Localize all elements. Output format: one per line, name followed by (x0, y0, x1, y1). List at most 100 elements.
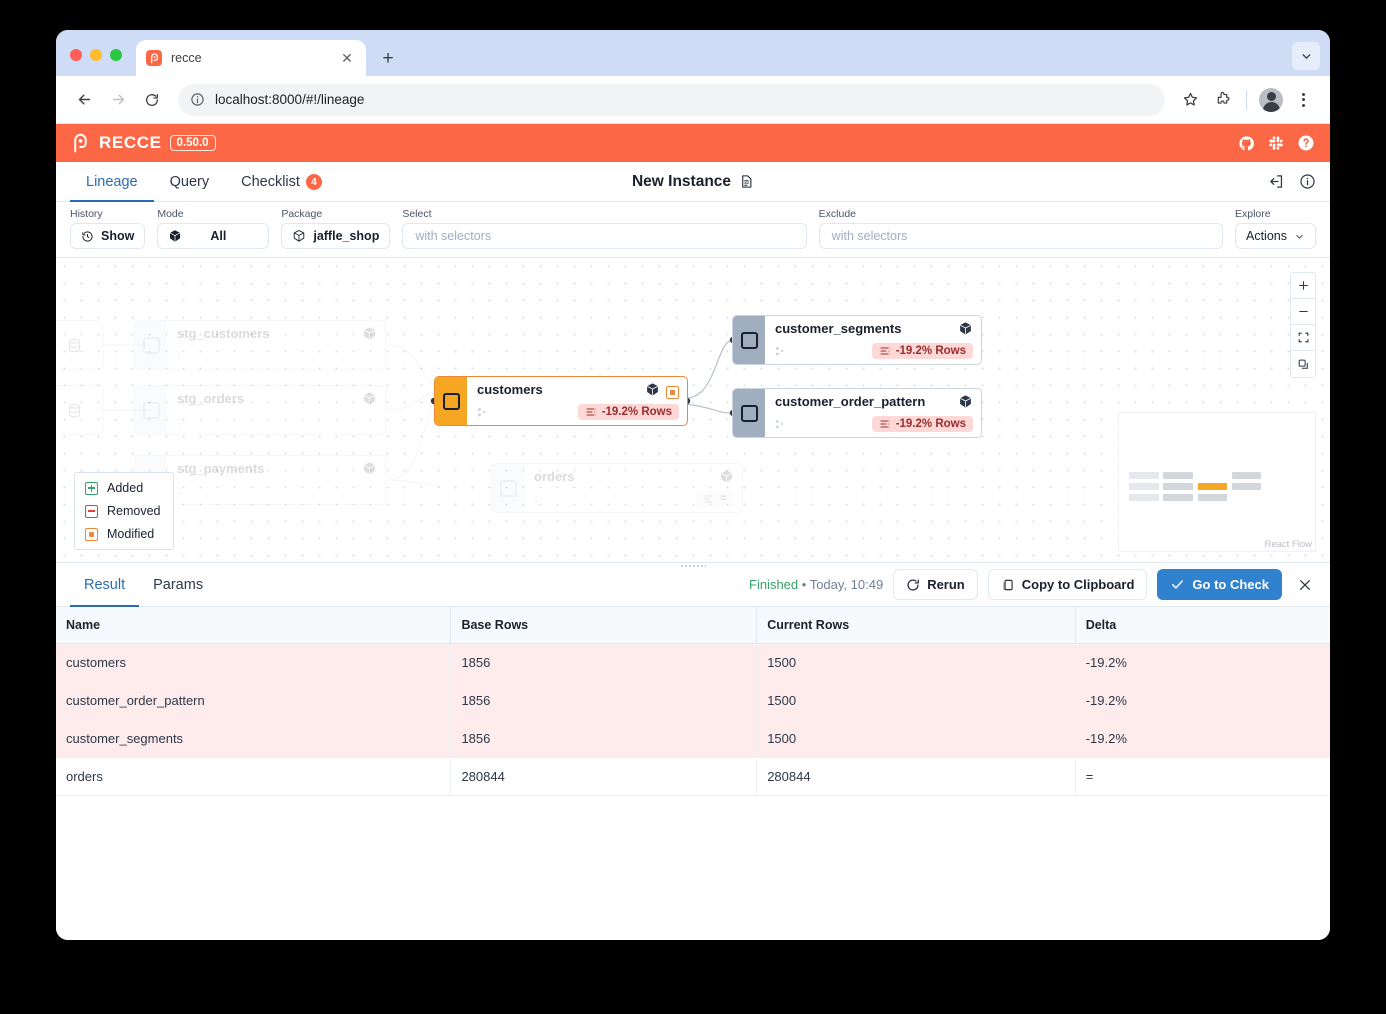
package-control: Package jaffle_shop (281, 208, 391, 249)
run-status-time: • Today, 10:49 (801, 577, 884, 592)
select-label: Select (402, 208, 432, 220)
tab-query-label: Query (169, 173, 210, 190)
cell-base-rows: 1856 (450, 681, 758, 720)
exclude-input[interactable]: with selectors (818, 223, 1223, 249)
lineage-node-customer-order-pattern[interactable]: customer_order_pattern -19.2% Rows (732, 388, 982, 438)
fit-view-icon[interactable] (1291, 325, 1315, 351)
col-delta[interactable]: Delta (1075, 607, 1330, 644)
lineage-node-customer-segments[interactable]: customer_segments -19.2% Rows (732, 315, 982, 365)
table-row[interactable]: customer_order_pattern 1856 1500 -19.2% (56, 681, 1330, 720)
kebab-menu-icon[interactable] (1288, 85, 1318, 115)
share-export-icon[interactable] (1268, 173, 1285, 190)
minimize-window-button[interactable] (90, 49, 102, 61)
new-tab-button[interactable]: + (374, 44, 402, 72)
address-bar[interactable]: localhost:8000/#!/lineage (178, 83, 1165, 116)
legend-label: Added (107, 481, 144, 495)
zoom-in-icon[interactable] (1291, 273, 1315, 299)
lineage-canvas[interactable]: stg_customers stg_orders stg_payments cu… (56, 258, 1330, 563)
actions-dropdown[interactable]: Actions (1235, 223, 1316, 249)
lineage-legend: Added Removed Modified (74, 472, 174, 550)
node-row-delta-text: -19.2% Rows (601, 406, 672, 418)
tab-result[interactable]: Result (70, 563, 140, 607)
node-row-delta-badge: = (696, 491, 734, 507)
table-row[interactable]: orders 280844 280844 = (56, 757, 1330, 796)
go-to-check-button[interactable]: Go to Check (1157, 569, 1282, 600)
avatar[interactable] (1256, 85, 1286, 115)
close-panel-icon[interactable] (1292, 572, 1318, 598)
model-cube-icon (362, 326, 377, 346)
app-tab-bar: Lineage Query Checklist 4 New Instance (56, 162, 1330, 202)
recce-favicon-icon (146, 50, 162, 66)
site-info-icon[interactable] (190, 92, 205, 107)
help-circle-icon[interactable] (1296, 133, 1316, 153)
cell-delta: = (1075, 757, 1330, 796)
table-row[interactable]: customers 1856 1500 -19.2% (56, 643, 1330, 682)
table-row[interactable]: customer_segments 1856 1500 -19.2% (56, 719, 1330, 758)
node-columns-icon (177, 350, 190, 363)
select-placeholder: with selectors (415, 229, 492, 243)
node-name: stg_customers (177, 326, 270, 341)
rename-document-icon[interactable] (739, 174, 754, 189)
close-window-button[interactable] (70, 49, 82, 61)
star-icon[interactable] (1175, 85, 1205, 115)
zoom-out-icon[interactable] (1291, 299, 1315, 325)
history-show-button[interactable]: Show (70, 223, 146, 249)
react-flow-attribution: React Flow (1264, 539, 1312, 550)
select-input[interactable]: with selectors (402, 223, 807, 249)
github-icon[interactable] (1236, 133, 1256, 153)
lineage-node-stg-orders[interactable]: stg_orders (134, 385, 386, 435)
header-icons (1236, 133, 1316, 153)
source-node[interactable] (56, 385, 104, 435)
close-tab-icon[interactable]: ✕ (338, 49, 356, 67)
node-columns-icon (775, 418, 788, 431)
run-status-state: Finished (749, 577, 799, 592)
maximize-window-button[interactable] (110, 49, 122, 61)
lineage-node-stg-customers[interactable]: stg_customers (134, 320, 386, 370)
node-name: orders (534, 469, 575, 484)
reload-icon[interactable] (136, 84, 168, 116)
panel-resize-handle[interactable] (680, 564, 706, 569)
cell-delta: -19.2% (1075, 719, 1330, 758)
toggle-interactivity-icon[interactable] (1291, 351, 1315, 377)
rerun-button[interactable]: Rerun (893, 569, 978, 600)
node-type-strip (492, 464, 524, 512)
model-cube-icon (362, 391, 377, 411)
tab-list-chevron-icon[interactable] (1292, 42, 1320, 70)
lineage-node-customers[interactable]: customers -19.2% Rows (434, 376, 688, 426)
node-row-delta-text: = (720, 493, 727, 505)
go-to-check-label: Go to Check (1192, 577, 1269, 592)
col-name[interactable]: Name (56, 607, 452, 644)
lineage-node-orders[interactable]: orders = (491, 463, 743, 513)
back-arrow-icon[interactable] (68, 84, 100, 116)
col-current-rows[interactable]: Current Rows (756, 607, 1076, 644)
package-select[interactable]: jaffle_shop (281, 223, 391, 249)
slack-icon[interactable] (1266, 133, 1286, 153)
info-circle-icon[interactable] (1299, 173, 1316, 190)
node-columns-icon (477, 406, 490, 419)
mode-label: Mode (157, 208, 184, 220)
forward-arrow-icon[interactable] (102, 84, 134, 116)
node-name: customer_order_pattern (775, 394, 926, 409)
source-node[interactable] (56, 320, 104, 370)
tab-result-label: Result (84, 576, 126, 593)
node-name: stg_payments (177, 461, 265, 476)
node-columns-icon (534, 493, 547, 506)
tab-params[interactable]: Params (139, 563, 217, 606)
exclude-placeholder: with selectors (831, 229, 908, 243)
lineage-minimap[interactable]: React Flow (1118, 412, 1316, 552)
copy-to-clipboard-button[interactable]: Copy to Clipboard (987, 569, 1148, 600)
select-control: Select with selectors (402, 208, 807, 249)
result-panel-header: Result Params Finished • Today, 10:49 Re… (56, 563, 1330, 607)
tab-query[interactable]: Query (154, 162, 226, 201)
node-row-delta-badge: -19.2% Rows (577, 404, 679, 420)
col-base-rows[interactable]: Base Rows (450, 607, 758, 644)
mode-select[interactable]: All (157, 223, 270, 249)
tab-lineage[interactable]: Lineage (70, 162, 154, 202)
node-type-strip (733, 316, 765, 364)
node-columns-icon (177, 485, 190, 498)
tab-checklist[interactable]: Checklist 4 (225, 162, 338, 201)
node-columns-icon (177, 415, 190, 428)
tab-params-label: Params (153, 576, 204, 593)
puzzle-icon[interactable] (1207, 85, 1237, 115)
browser-tab[interactable]: recce ✕ (136, 40, 366, 76)
